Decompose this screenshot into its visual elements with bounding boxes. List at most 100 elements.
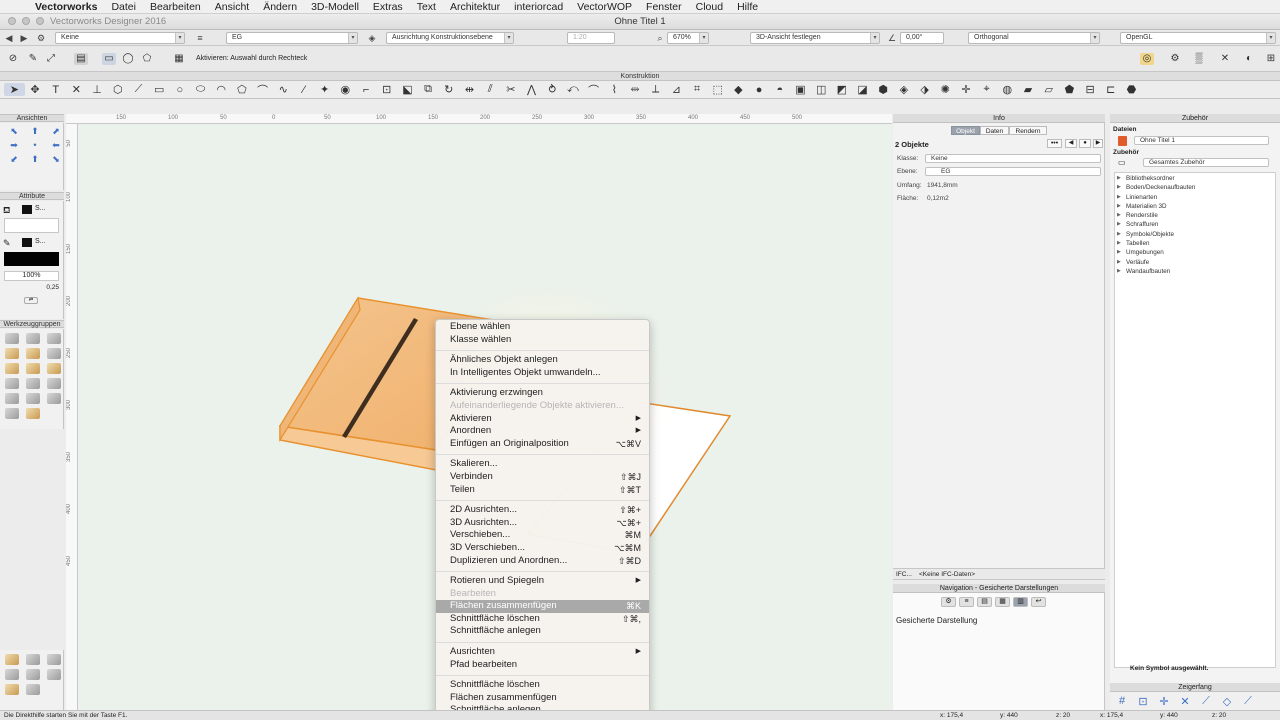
snap-plane-icon[interactable]: ⟋ — [1240, 695, 1256, 708]
working-plane-select[interactable]: Ausrichtung Konstruktionsebene ▾ — [386, 32, 514, 44]
list-item[interactable]: Verläufe — [1115, 258, 1275, 268]
toolgroup-15-icon[interactable] — [47, 393, 61, 404]
view-top-left-icon[interactable]: ⬉ — [4, 126, 24, 137]
list-item[interactable]: Materialien 3D — [1115, 202, 1275, 212]
context-menu-item[interactable]: Flächen zusammenfügen — [436, 692, 649, 705]
toolgroup-2-icon[interactable] — [26, 333, 40, 344]
pen-style-label[interactable]: S... — [35, 238, 46, 245]
menu-vectorworks[interactable]: Vectorworks — [28, 0, 104, 14]
polygon-tool-icon[interactable]: ⬠ — [232, 83, 253, 96]
eyedropper-tool-icon[interactable]: ⁄ — [294, 84, 315, 96]
snap-icon[interactable]: ⤢ — [44, 53, 58, 65]
pen-icon[interactable]: ✎ — [26, 53, 40, 65]
panel-tool-icon[interactable]: ▰ — [1018, 83, 1039, 96]
light-tool-icon[interactable]: ✺ — [935, 83, 956, 96]
toolset-color-icon[interactable] — [47, 669, 61, 680]
menu-3d-modell[interactable]: 3D-Modell — [304, 0, 366, 14]
board-tool-icon[interactable]: ▱ — [1038, 83, 1059, 96]
nav-layers-icon[interactable]: ≡ — [959, 597, 974, 607]
context-menu-item[interactable]: Aktivierung erzwingen — [436, 387, 649, 400]
menu-extras[interactable]: Extras — [366, 0, 410, 14]
render-mode-icon[interactable]: ◎ — [1140, 53, 1154, 65]
toolgroup-3-icon[interactable] — [47, 333, 61, 344]
context-menu-item[interactable]: Ähnliches Objekt anlegen — [436, 354, 649, 367]
context-menu-item[interactable]: Verschieben... ⌘M — [436, 529, 649, 542]
view-bottom-left-icon[interactable]: ⬋ — [4, 154, 24, 165]
list-item[interactable]: Wandaufbauten — [1115, 267, 1275, 277]
list-item[interactable]: Umgebungen — [1115, 248, 1275, 258]
shell-tool-icon[interactable]: ◆ — [728, 83, 749, 96]
toolset-interiorcad-icon[interactable] — [5, 654, 19, 665]
context-menu-item[interactable]: Verbinden ⇧⌘J — [436, 471, 649, 484]
layer-select[interactable]: EG ▾ — [226, 32, 358, 44]
context-menu-item[interactable]: 3D Verschieben... ⌥⌘M — [436, 542, 649, 555]
flyover-tool-icon[interactable]: ⬡ — [107, 83, 128, 96]
rectangle-select-icon[interactable]: ▭ — [102, 53, 116, 65]
nav-views-icon[interactable]: ▥ — [1013, 597, 1028, 607]
tool-b-icon[interactable]: ▒ — [1192, 53, 1206, 65]
drawer-tool-icon[interactable]: ⊏ — [1100, 83, 1121, 96]
pen-icon[interactable]: ✎ — [3, 238, 11, 249]
toolset-3d-icon[interactable] — [47, 654, 61, 665]
toolgroup-1-icon[interactable] — [5, 333, 19, 344]
snap-tangent-icon[interactable]: ◇ — [1219, 695, 1235, 708]
zubehoer-filter-select[interactable]: Gesamtes Zubehör — [1143, 158, 1269, 167]
context-menu-item[interactable]: Aktivieren ▶ — [436, 413, 649, 426]
chamfer-tool-icon[interactable]: ⬕ — [397, 83, 418, 96]
edge-tool-icon[interactable]: ⬟ — [1059, 83, 1080, 96]
extrude-tool-icon[interactable]: ◫ — [811, 83, 832, 96]
menu-architektur[interactable]: Architektur — [443, 0, 507, 14]
zoom-icon[interactable]: ⌕ — [654, 32, 666, 44]
view-top-icon[interactable]: ⬆ — [25, 126, 45, 137]
x-tool-icon[interactable]: ✕ — [66, 83, 87, 96]
menu-interiorcad[interactable]: interiorcad — [507, 0, 570, 14]
prev-object-icon[interactable]: ◀ — [1065, 139, 1077, 148]
fillet-tool-icon[interactable]: ⌐ — [356, 84, 377, 96]
menu-aendern[interactable]: Ändern — [256, 0, 304, 14]
tool-c-icon[interactable]: ✕ — [1218, 53, 1232, 65]
ebene-select[interactable]: EG — [925, 167, 1101, 176]
list-item[interactable]: Linienarten — [1115, 193, 1275, 203]
context-menu-item[interactable]: Rotieren und Spiegeln ▶ — [436, 575, 649, 588]
callout-tool-icon[interactable]: ⌗ — [687, 83, 708, 96]
tab-daten[interactable]: Daten — [980, 126, 1009, 135]
context-menu-item[interactable]: Schnittfläche löschen ⇧⌘, — [436, 613, 649, 626]
layer-icon[interactable]: ≡ — [194, 32, 206, 44]
fill-color-swatch[interactable] — [22, 205, 32, 214]
connect-tool-icon[interactable]: ⋀ — [521, 83, 542, 96]
list-item[interactable]: Symbole/Objekte — [1115, 230, 1275, 240]
toolgroup-16-icon[interactable] — [5, 408, 19, 419]
locus-tool-icon[interactable]: ⊥ — [87, 83, 108, 96]
options-icon[interactable]: ▦ — [172, 53, 186, 65]
rectangle-tool-icon[interactable]: ▭ — [149, 83, 170, 96]
toolgroup-17-icon[interactable] — [26, 408, 40, 419]
context-menu-item[interactable]: 3D Ausrichten... ⌥⌘+ — [436, 517, 649, 530]
class-icon[interactable]: ⚙ — [35, 32, 47, 44]
snap-object-icon[interactable]: ⊡ — [1135, 695, 1151, 708]
fill-style-label[interactable]: S... — [35, 205, 46, 212]
context-menu-item[interactable]: Einfügen an Originalposition ⌥⌘V — [436, 438, 649, 451]
lasso-icon[interactable]: ◯ — [121, 53, 135, 65]
chamfer-edge-tool-icon[interactable]: ◪ — [852, 83, 873, 96]
view-center-icon[interactable]: • — [25, 140, 45, 151]
fillet-edge-tool-icon[interactable]: ◩ — [832, 83, 853, 96]
toolset-pen-icon[interactable] — [26, 654, 40, 665]
angle-dim-tool-icon[interactable]: ⊿ — [666, 83, 687, 96]
curve-tool-icon[interactable]: ⌒ — [583, 82, 604, 98]
working-plane-icon[interactable]: ◈ — [366, 32, 378, 44]
forward-icon[interactable]: ▶ — [18, 32, 30, 44]
snap-angle-icon[interactable]: ✛ — [1156, 695, 1172, 708]
projection-select[interactable]: Orthogonal ▾ — [968, 32, 1100, 44]
toolgroup-5-icon[interactable] — [26, 348, 40, 359]
deform-tool-icon[interactable]: ◈ — [894, 83, 915, 96]
toolgroup-11-icon[interactable] — [26, 378, 40, 389]
back-icon[interactable]: ◀ — [3, 32, 15, 44]
move-tool-icon[interactable]: ⤺ — [563, 83, 584, 96]
camera-tool-icon[interactable]: ◍ — [997, 83, 1018, 96]
toolset-light-icon[interactable] — [5, 684, 19, 695]
context-menu-item[interactable]: Schnittfläche anlegen — [436, 625, 649, 638]
view-select[interactable]: 3D-Ansicht festlegen ▾ — [750, 32, 880, 44]
context-menu-item[interactable]: Schnittfläche löschen — [436, 679, 649, 692]
context-menu-item[interactable]: Duplizieren und Anordnen... ⇧⌘D — [436, 555, 649, 568]
polygon-select-icon[interactable]: ⬠ — [140, 53, 154, 65]
